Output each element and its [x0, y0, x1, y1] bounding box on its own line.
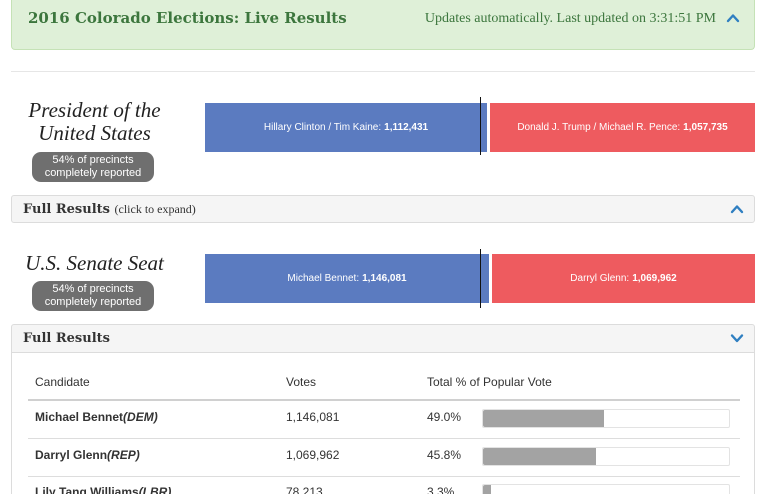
results-banner: 2016 Colorado Elections: Live Results Up… [11, 0, 755, 50]
vote-count: 78,213 [286, 485, 323, 494]
full-results-toggle[interactable]: Full Results (click to expand) [11, 195, 755, 223]
vote-share-bar [482, 409, 730, 428]
chevron-up-icon[interactable] [730, 202, 744, 216]
full-results-toggle[interactable]: Full Results [11, 324, 755, 353]
vote-percent: 49.0% [427, 410, 462, 424]
majority-line [480, 249, 481, 308]
full-results-label: Full Results [23, 202, 110, 217]
rep-result-bar: Darryl Glenn: 1,069,962 [492, 254, 755, 303]
column-header-votes: Votes [286, 375, 317, 389]
vote-share-bar [482, 484, 730, 494]
precincts-badge: 54% of precincts completely reported [32, 152, 154, 182]
column-header-percent: Total % of Popular Vote [427, 375, 552, 389]
header-divider [28, 399, 740, 401]
chevron-down-icon[interactable] [730, 331, 744, 345]
column-header-candidate: Candidate [35, 375, 90, 389]
header-divider [11, 71, 755, 72]
dem-result-bar: Michael Bennet: 1,146,081 [205, 254, 489, 303]
race-title: President of the United States [28, 98, 161, 145]
row-divider [28, 476, 740, 477]
full-results-label: Full Results [23, 331, 110, 346]
vote-percent: 3.3% [427, 485, 455, 494]
chevron-up-icon[interactable] [726, 11, 740, 25]
page-title: 2016 Colorado Elections: Live Results [28, 9, 347, 27]
vote-count: 1,146,081 [286, 410, 340, 424]
results-table: Candidate Votes Total % of Popular Vote … [11, 352, 755, 494]
rep-result-bar: Donald J. Trump / Michael R. Pence: 1,057… [490, 103, 755, 152]
dem-result-bar: Hillary Clinton / Tim Kaine: 1,112,431 [205, 103, 487, 152]
vote-share-bar [482, 447, 730, 466]
majority-line [480, 97, 481, 155]
race-title: U.S. Senate Seat [25, 251, 164, 275]
precincts-badge: 54% of precincts completely reported [32, 281, 154, 311]
vote-count: 1,069,962 [286, 448, 340, 462]
vote-percent: 45.8% [427, 448, 462, 462]
row-divider [28, 438, 740, 439]
expand-hint: (click to expand) [114, 202, 196, 216]
last-updated-text: Updates automatically. Last updated on 3… [424, 11, 716, 26]
